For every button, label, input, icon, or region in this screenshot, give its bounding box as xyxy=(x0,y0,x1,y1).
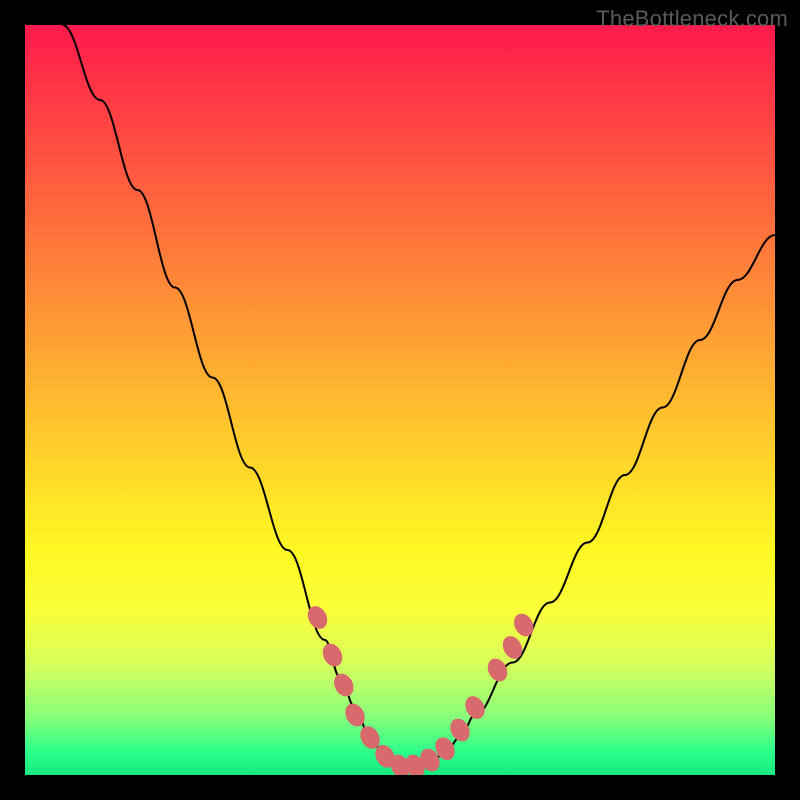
curve-marker xyxy=(330,670,357,700)
curve-marker xyxy=(484,655,511,685)
plot-area xyxy=(25,25,775,775)
curve-svg xyxy=(25,25,775,775)
chart-frame: TheBottleneck.com xyxy=(0,0,800,800)
bottleneck-curve xyxy=(63,25,776,768)
curve-marker xyxy=(319,640,346,670)
curve-marker xyxy=(341,700,368,730)
watermark-text: TheBottleneck.com xyxy=(596,6,788,32)
curve-marker xyxy=(304,603,331,633)
marker-group xyxy=(304,603,537,775)
curve-marker xyxy=(499,633,526,663)
